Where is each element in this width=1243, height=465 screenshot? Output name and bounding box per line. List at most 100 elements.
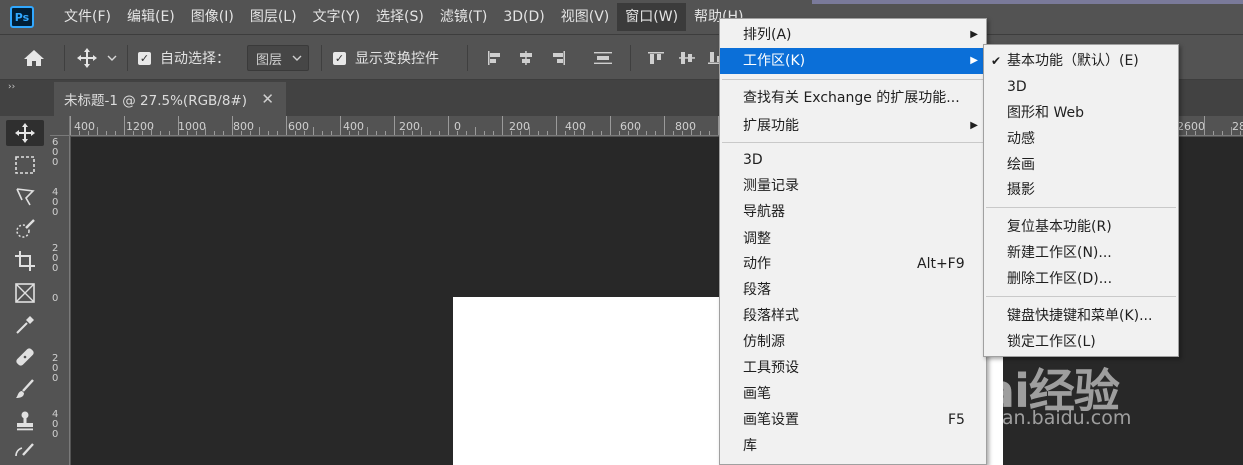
menu-item-adjustments[interactable]: 调整 (720, 226, 986, 252)
submenu-item-reset-essentials[interactable]: 复位基本功能(R) (984, 214, 1178, 240)
menu-item-workspace[interactable]: 工作区(K) ▶ (720, 48, 986, 74)
menu-item-brush-settings[interactable]: 画笔设置 F5 (720, 407, 986, 433)
eyedropper-tool-icon[interactable] (6, 312, 44, 338)
menu-item-find-exchange-extensions[interactable]: 查找有关 Exchange 的扩展功能... (720, 85, 986, 111)
divider (630, 45, 631, 71)
healing-brush-tool-icon[interactable] (6, 344, 44, 370)
ruler-tick (286, 116, 287, 135)
menu-item-navigator[interactable]: 导航器 (720, 199, 986, 225)
ruler-tick (88, 131, 89, 135)
ruler-tick (304, 131, 305, 135)
ruler-tick (313, 127, 314, 135)
move-tool-icon[interactable] (6, 120, 44, 146)
ruler-h-label: 1000 (178, 120, 206, 133)
submenu-item-essentials-default[interactable]: ✔ 基本功能（默认）(E) (984, 48, 1178, 74)
menu-image[interactable]: 图像(I) (183, 3, 242, 31)
menu-item-tool-presets[interactable]: 工具预设 (720, 355, 986, 381)
auto-select-target-dropdown[interactable]: 图层 (247, 35, 309, 81)
menu-item-brushes[interactable]: 画笔 (720, 381, 986, 407)
chevron-right-icon: ▶ (970, 55, 978, 66)
auto-select-checkbox[interactable]: ✓ (138, 35, 151, 81)
align-top-edges-icon[interactable] (648, 51, 664, 65)
chevron-down-icon (292, 55, 302, 61)
ruler-tick (439, 131, 440, 135)
lasso-tool-icon[interactable] (6, 184, 44, 210)
align-right-edges-icon[interactable] (550, 51, 566, 65)
check-icon: ✓ (138, 51, 151, 65)
menu-file[interactable]: 文件(F) (56, 3, 119, 31)
submenu-item-delete-workspace[interactable]: 删除工作区(D)... (984, 266, 1178, 292)
ruler-tick (277, 131, 278, 135)
submenu-item-new-workspace[interactable]: 新建工作区(N)... (984, 240, 1178, 266)
ruler-tick (142, 131, 143, 135)
submenu-item-lock-workspace[interactable]: 锁定工作区(L) (984, 329, 1178, 355)
align-horizontal-centers-icon[interactable] (518, 51, 534, 65)
menu-item-paragraph-styles[interactable]: 段落样式 (720, 303, 986, 329)
divider (467, 45, 468, 71)
ruler-tick (124, 116, 125, 135)
crop-tool-icon[interactable] (6, 248, 44, 274)
ruler-tick (448, 116, 449, 135)
ruler-tick (295, 131, 296, 135)
menu-item-label: 画笔 (743, 386, 771, 402)
photoshop-logo-icon[interactable]: Ps (10, 6, 34, 28)
menu-item-libraries[interactable]: 库 (720, 433, 986, 459)
ruler-tick (574, 131, 575, 135)
submenu-item-label: 锁定工作区(L) (1007, 334, 1096, 350)
tools-panel (0, 116, 50, 465)
menu-window[interactable]: 窗口(W) (617, 3, 687, 31)
menu-edit[interactable]: 编辑(E) (119, 3, 183, 31)
distribute-icon[interactable] (593, 51, 613, 65)
move-tool-icon[interactable] (76, 35, 98, 81)
menu-3d[interactable]: 3D(D) (495, 3, 552, 31)
submenu-item-painting[interactable]: 绘画 (984, 152, 1178, 178)
ruler-origin[interactable] (50, 116, 70, 136)
menu-separator (722, 142, 984, 143)
ruler-tick (1186, 131, 1187, 135)
menu-layer[interactable]: 图层(L) (242, 3, 305, 31)
menu-item-paragraph[interactable]: 段落 (720, 277, 986, 303)
menu-bar: Ps 文件(F) 编辑(E) 图像(I) 图层(L) 文字(Y) 选择(S) 滤… (0, 0, 1243, 34)
home-icon[interactable] (22, 35, 46, 81)
menu-view[interactable]: 视图(V) (553, 3, 618, 31)
submenu-item-motion[interactable]: 动感 (984, 126, 1178, 152)
submenu-item-keyboard-shortcuts-menus[interactable]: 键盘快捷键和菜单(K)... (984, 303, 1178, 329)
menu-item-actions[interactable]: 动作 Alt+F9 (720, 251, 986, 277)
submenu-item-photography[interactable]: 摄影 (984, 177, 1178, 203)
align-left-edges-icon[interactable] (487, 51, 503, 65)
close-icon[interactable]: ✕ (261, 90, 274, 108)
ruler-tick (484, 131, 485, 135)
window-menu-dropdown: 排列(A) ▶ 工作区(K) ▶ 查找有关 Exchange 的扩展功能... … (719, 18, 987, 465)
align-vertical-centers-icon[interactable] (679, 51, 695, 65)
brush-tool-icon[interactable] (6, 376, 44, 402)
menu-select[interactable]: 选择(S) (368, 3, 432, 31)
collapse-panels-icon[interactable]: ›› (8, 82, 15, 92)
submenu-item-graphic-and-web[interactable]: 图形和 Web (984, 100, 1178, 126)
frame-tool-icon[interactable] (6, 280, 44, 306)
menu-item-measurement-log[interactable]: 测量记录 (720, 173, 986, 199)
ruler-tick (115, 131, 116, 135)
history-brush-tool-icon[interactable] (6, 440, 44, 465)
ruler-tick (628, 131, 629, 135)
menu-type[interactable]: 文字(Y) (305, 3, 368, 31)
marquee-tool-icon[interactable] (6, 152, 44, 178)
quick-selection-tool-icon[interactable] (6, 216, 44, 242)
clone-stamp-tool-icon[interactable] (6, 408, 44, 434)
ruler-v-label: 0 (52, 373, 59, 384)
vertical-ruler[interactable]: 6004002000200400 (50, 136, 70, 465)
tool-preset-chevron-down-icon[interactable] (107, 35, 117, 81)
menu-item-arrange[interactable]: 排列(A) ▶ (720, 22, 986, 48)
menu-item-clone-source[interactable]: 仿制源 (720, 329, 986, 355)
menu-filter[interactable]: 滤镜(T) (432, 3, 495, 31)
menu-item-extensions[interactable]: 扩展功能 ▶ (720, 113, 986, 139)
ruler-tick (610, 116, 611, 135)
ruler-tick (700, 131, 701, 135)
submenu-item-label: 删除工作区(D)... (1007, 271, 1113, 287)
menu-item-shortcut: F5 (948, 412, 965, 428)
menu-item-3d[interactable]: 3D (720, 147, 986, 173)
document-tab[interactable]: 未标题-1 @ 27.5%(RGB/8#) ✕ (54, 82, 286, 116)
submenu-item-3d[interactable]: 3D (984, 74, 1178, 100)
ruler-tick (619, 131, 620, 135)
submenu-item-label: 键盘快捷键和菜单(K)... (1007, 308, 1153, 324)
show-transform-checkbox[interactable]: ✓ (333, 35, 346, 81)
